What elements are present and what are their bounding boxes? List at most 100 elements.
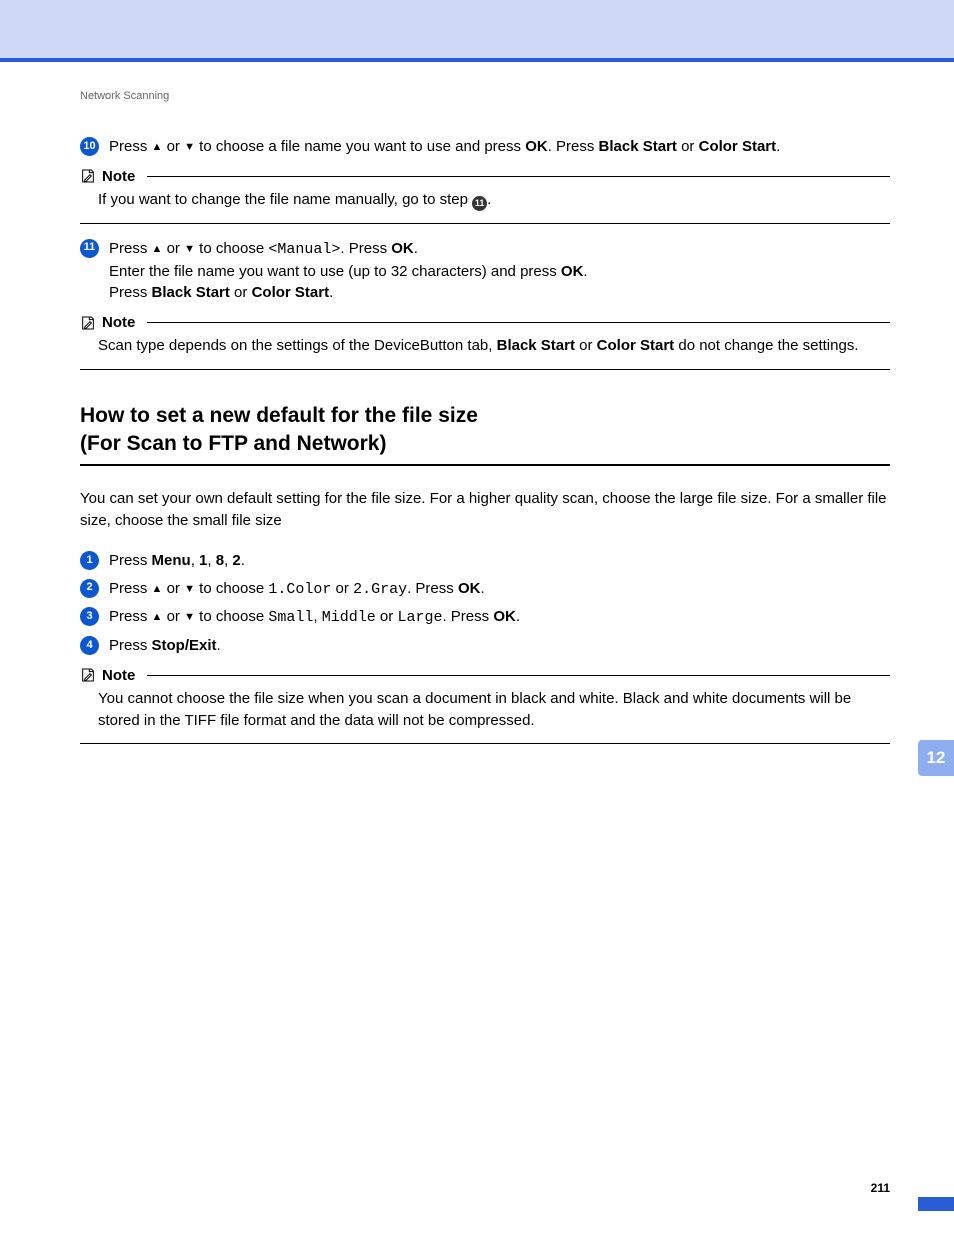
step-3-text: Press ▲ or ▼ to choose Small, Middle or … [109,606,890,629]
step-bullet-2: 2 [80,579,99,598]
note-label: Note [102,168,141,185]
opt-code: 1.Color [268,581,331,598]
heading-rule [80,464,890,466]
txt: Press [109,552,152,569]
note-label: Note [102,667,141,684]
stop-exit-label: Stop/Exit [152,637,217,654]
note-body: You cannot choose the file size when you… [80,684,890,738]
note-label: Note [102,314,141,331]
note-bottom-rule [80,743,890,744]
note-body: Scan type depends on the settings of the… [80,331,890,363]
note-block-1: Note If you want to change the file name… [80,168,890,224]
menu-label: Menu [152,552,191,569]
note-rule [147,322,890,323]
step-ref-11-icon: 11 [472,196,487,211]
txt: or [162,138,184,155]
note-header: Note [80,314,890,331]
ok-label: OK [391,240,414,257]
black-start-label: Black Start [497,337,575,354]
section-heading: How to set a new default for the file si… [80,402,890,459]
opt-code: 2.Gray [353,581,407,598]
txt: to choose [195,240,268,257]
txt: . [776,138,780,155]
txt: or [162,580,184,597]
color-start-label: Color Start [597,337,675,354]
note-block-2: Note Scan type depends on the settings o… [80,314,890,370]
up-arrow-icon: ▲ [152,583,163,595]
ok-label: OK [525,138,548,155]
page-number: 211 [871,1181,890,1195]
breadcrumb: Network Scanning [80,90,890,102]
color-start-label: Color Start [252,284,330,301]
step-bullet-4: 4 [80,636,99,655]
note-bottom-rule [80,369,890,370]
step-1-text: Press Menu, 1, 8, 2. [109,550,890,572]
opt-code: Large [397,609,442,626]
step-11-text: Press ▲ or ▼ to choose <Manual>. Press O… [109,238,890,304]
note-rule [147,675,890,676]
heading-line-2: (For Scan to FTP and Network) [80,430,890,458]
down-arrow-icon: ▼ [184,583,195,595]
note-header: Note [80,667,890,684]
down-arrow-icon: ▼ [184,611,195,623]
heading-line-1: How to set a new default for the file si… [80,402,890,430]
txt: or [331,580,353,597]
opt-code: Middle [322,609,376,626]
step-11: 11 Press ▲ or ▼ to choose <Manual>. Pres… [80,238,890,304]
down-arrow-icon: ▼ [184,141,195,153]
step-bullet-1: 1 [80,551,99,570]
txt: If you want to change the file name manu… [98,191,472,208]
step-2-text: Press ▲ or ▼ to choose 1.Color or 2.Gray… [109,578,890,601]
txt: . [329,284,333,301]
txt: . [217,637,221,654]
txt: . Press [548,138,599,155]
txt: Press [109,284,152,301]
intro-paragraph: You can set your own default setting for… [80,488,890,532]
txt: to choose [195,580,268,597]
txt: Press [109,240,152,257]
note-bottom-rule [80,223,890,224]
txt: Press [109,608,152,625]
num: 2 [232,552,240,569]
opt-code: Small [268,609,313,626]
ok-label: OK [493,608,516,625]
txt: . [516,608,520,625]
txt: or [677,138,699,155]
txt: Enter the file name you want to use (up … [109,263,561,280]
step-2: 2 Press ▲ or ▼ to choose 1.Color or 2.Gr… [80,578,890,601]
black-start-label: Black Start [152,284,230,301]
black-start-label: Black Start [599,138,677,155]
txt: . Press [442,608,493,625]
txt: or [162,608,184,625]
note-rule [147,176,890,177]
txt: or [230,284,252,301]
up-arrow-icon: ▲ [152,611,163,623]
txt: . [583,263,587,280]
note-icon [80,667,96,683]
footer-blue-bar [918,1197,954,1211]
step-10: 10 Press ▲ or ▼ to choose a file name yo… [80,136,890,158]
txt: . [241,552,245,569]
txt: Press [109,637,152,654]
txt: or [162,240,184,257]
txt: , [207,552,215,569]
note-block-3: Note You cannot choose the file size whe… [80,667,890,745]
step-4: 4 Press Stop/Exit. [80,635,890,657]
note-icon [80,315,96,331]
up-arrow-icon: ▲ [152,243,163,255]
down-arrow-icon: ▼ [184,243,195,255]
txt: , [313,608,321,625]
step-bullet-3: 3 [80,607,99,626]
txt: Press [109,138,152,155]
num: 8 [216,552,224,569]
txt: or [575,337,597,354]
ok-label: OK [458,580,481,597]
step-3: 3 Press ▲ or ▼ to choose Small, Middle o… [80,606,890,629]
step-4-text: Press Stop/Exit. [109,635,890,657]
txt: do not change the settings. [674,337,858,354]
color-start-label: Color Start [699,138,777,155]
chapter-thumb-tab: 12 [918,740,954,776]
ok-label: OK [561,263,584,280]
top-header-bar [0,0,954,58]
step-bullet-11: 11 [80,239,99,258]
